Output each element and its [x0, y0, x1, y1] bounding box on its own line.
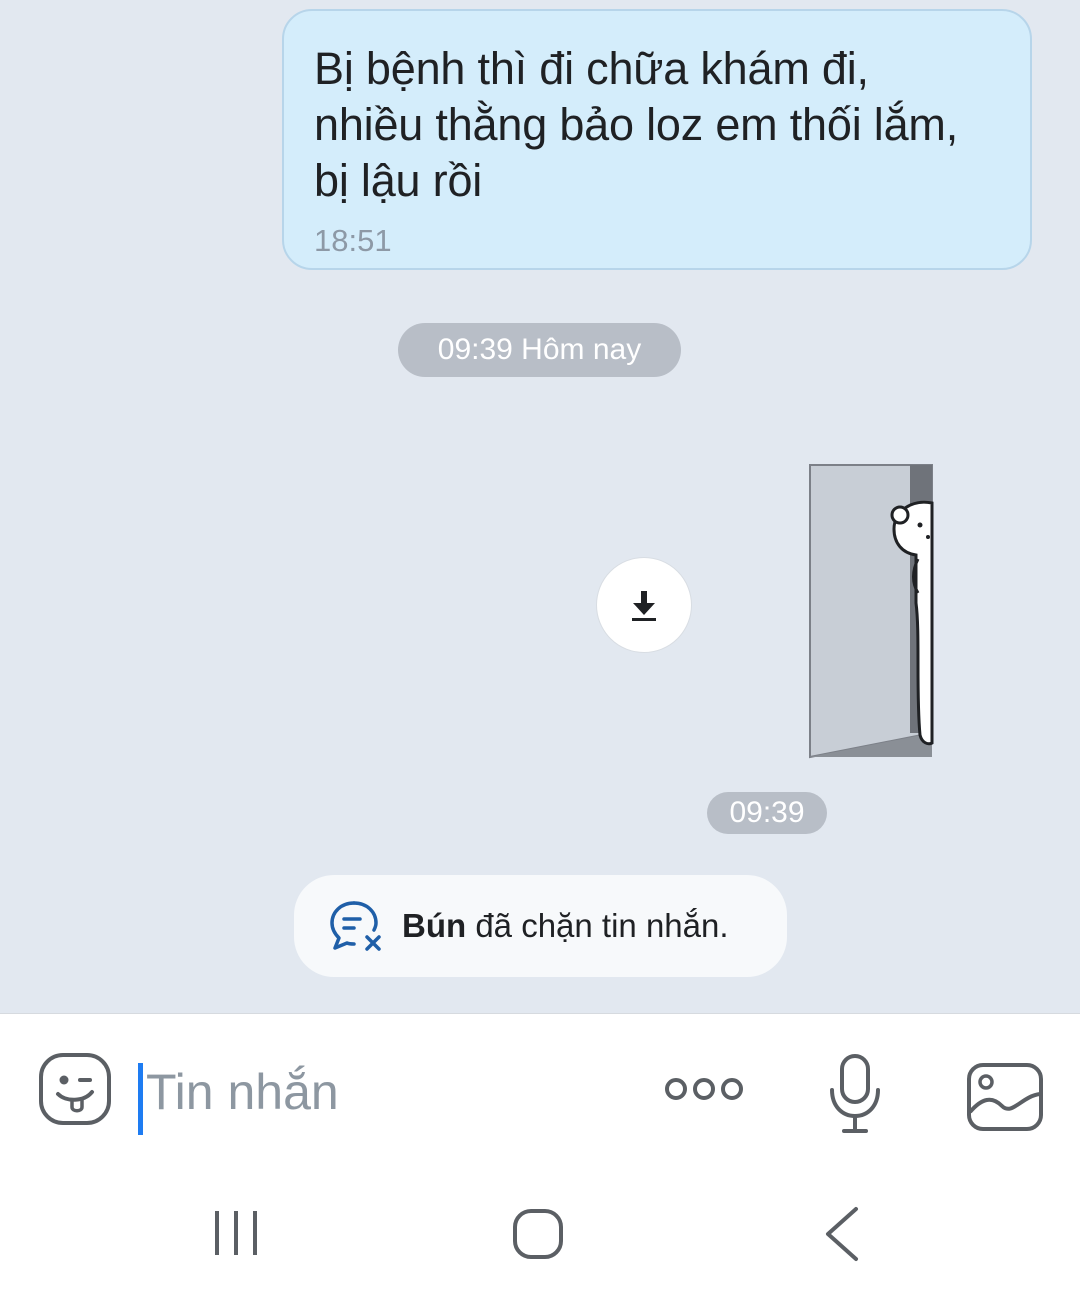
back-icon[interactable] [820, 1205, 862, 1263]
emoji-icon[interactable] [38, 1052, 112, 1126]
blocked-user-name: Bún [402, 907, 467, 944]
chat-blocked-icon [330, 901, 381, 951]
recents-icon[interactable] [212, 1209, 262, 1257]
image-icon[interactable] [966, 1062, 1044, 1132]
message-time: 18:51 [314, 223, 392, 258]
message-bubble[interactable]: Bị bệnh thì đi chữa khám đi, nhiều thằng… [282, 9, 1032, 270]
home-icon[interactable] [512, 1208, 564, 1260]
download-button[interactable] [596, 557, 692, 653]
more-icon[interactable] [662, 1069, 746, 1109]
message-composer [0, 1013, 1080, 1163]
date-separator: 09:39 Hôm nay [398, 323, 681, 377]
chat-area[interactable]: Bị bệnh thì đi chữa khám đi, nhiều thằng… [0, 0, 1080, 1013]
text-caret [138, 1063, 143, 1135]
sticker-time: 09:39 [707, 792, 827, 834]
sticker-image[interactable] [808, 463, 934, 759]
message-text: Bị bệnh thì đi chữa khám đi, nhiều thằng… [314, 43, 959, 206]
block-notice-text: Bún đã chặn tin nhắn. [402, 907, 729, 945]
download-icon [632, 591, 656, 621]
system-navigation-bar [0, 1163, 1080, 1302]
message-input[interactable] [146, 1052, 606, 1132]
block-notice-message: đã chặn tin nhắn. [466, 907, 729, 944]
microphone-icon[interactable] [826, 1052, 884, 1136]
block-notice: Bún đã chặn tin nhắn. [294, 875, 787, 977]
